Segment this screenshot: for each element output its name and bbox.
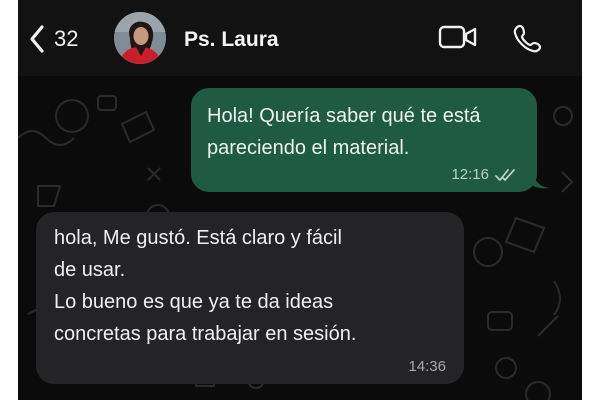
message-time: 14:36: [408, 358, 446, 375]
contact-name[interactable]: Ps. Laura: [184, 28, 279, 52]
video-call-button[interactable]: [438, 22, 478, 57]
bubble-tail: [532, 173, 550, 189]
incoming-message[interactable]: hola, Me gustó. Está claro y fácil de us…: [36, 212, 464, 384]
message-meta: 12:16: [451, 166, 519, 184]
phone-icon: [513, 24, 542, 53]
voice-call-button[interactable]: [512, 22, 544, 59]
chat-screen: 32 Ps. Laura Hola! Quería saber qué te e…: [18, 0, 582, 400]
video-call-icon: [438, 25, 477, 49]
message-text: Hola! Quería saber qué te está pareciend…: [207, 105, 481, 159]
chat-area[interactable]: Hola! Quería saber qué te está pareciend…: [18, 76, 582, 400]
message-time: 12:16: [451, 166, 489, 183]
back-button[interactable]: 32: [28, 22, 78, 56]
unread-count: 32: [54, 26, 79, 51]
contact-avatar[interactable]: [114, 12, 166, 64]
outgoing-message[interactable]: Hola! Quería saber qué te está pareciend…: [191, 88, 537, 192]
chat-header: 32 Ps. Laura: [18, 0, 582, 76]
chevron-left-icon: [30, 25, 44, 53]
message-text: hola, Me gustó. Está claro y fácil de us…: [54, 227, 357, 345]
read-receipt-icon: [495, 169, 515, 181]
